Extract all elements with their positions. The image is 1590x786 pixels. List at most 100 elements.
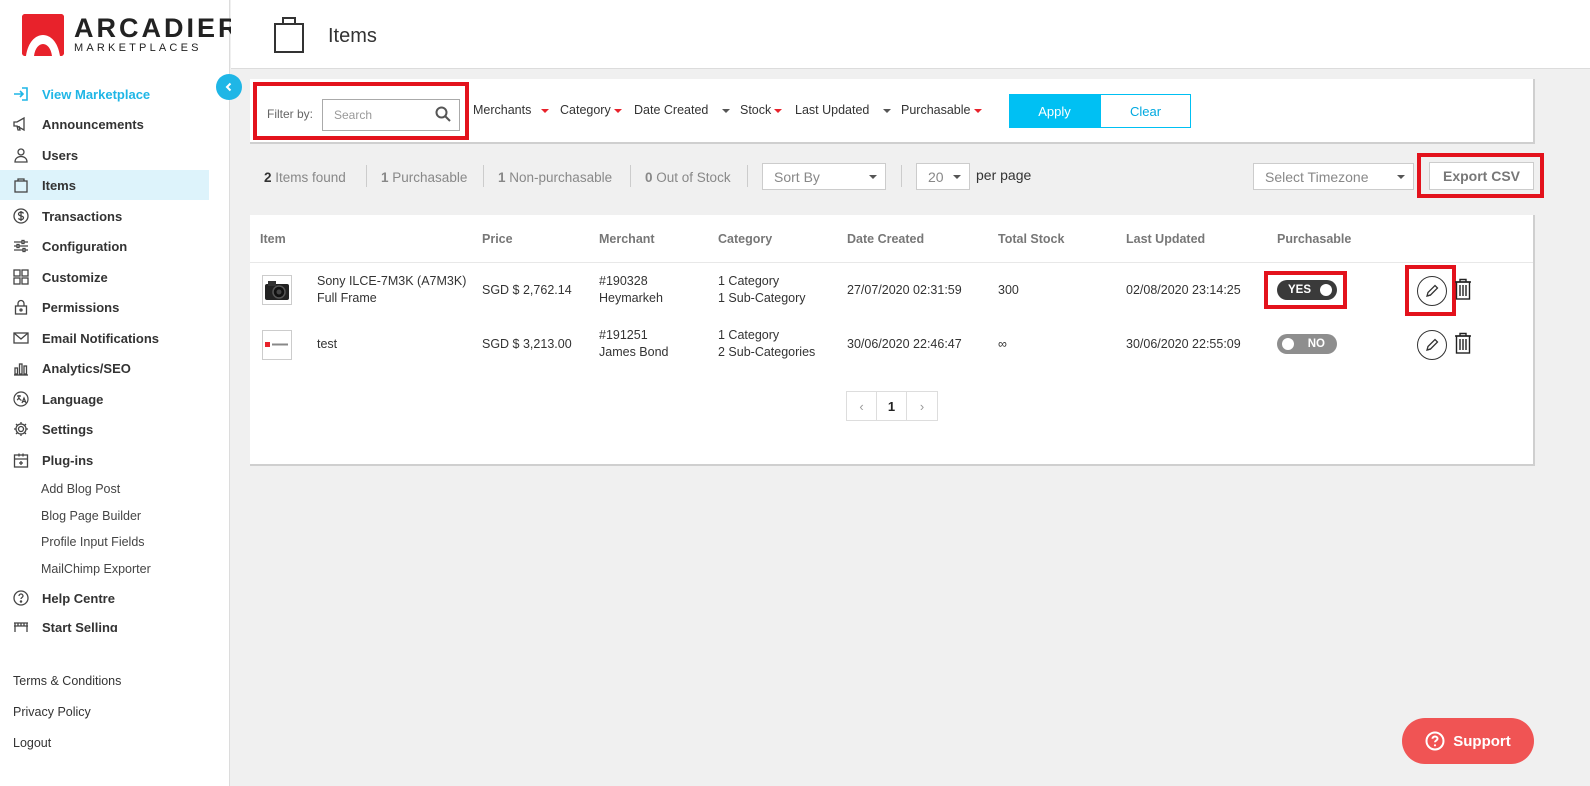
- sub-category-count: 2 Sub-Categories: [718, 345, 816, 359]
- sidebar-item-label: Users: [42, 147, 79, 163]
- item-date-created: 30/06/2020 22:46:47: [847, 337, 962, 351]
- per-page-select[interactable]: 20: [916, 163, 970, 190]
- plugin-icon: [12, 451, 30, 469]
- support-label: Support: [1453, 732, 1511, 750]
- out-of-stock-count: 0: [645, 170, 653, 185]
- column-header[interactable]: Purchasable: [1277, 232, 1351, 246]
- logout-link[interactable]: Logout: [13, 736, 51, 750]
- column-header[interactable]: Item: [260, 232, 286, 246]
- bar-chart-icon: [12, 359, 30, 377]
- sliders-icon: [12, 237, 30, 255]
- last-updated-dropdown[interactable]: Last Updated: [795, 103, 891, 117]
- divider: [901, 165, 902, 187]
- delete-button[interactable]: [1453, 331, 1473, 355]
- item-name-line: Sony ILCE-7M3K (A7M3K): [317, 274, 467, 288]
- divider: [366, 165, 367, 187]
- item-name[interactable]: test: [317, 336, 337, 353]
- sidebar-item-settings[interactable]: Settings: [0, 414, 209, 444]
- column-header[interactable]: Date Created: [847, 232, 924, 246]
- shopping-bag-icon: [273, 16, 305, 59]
- toggle-label: YES: [1288, 284, 1312, 296]
- sidebar-item-email-notifications[interactable]: Email Notifications: [0, 323, 209, 353]
- lock-icon: [12, 298, 30, 316]
- sidebar-item-start-selling[interactable]: Start Selling: [0, 614, 209, 632]
- pagination-prev[interactable]: ‹: [847, 392, 877, 420]
- sidebar-item-users[interactable]: Users: [0, 140, 209, 170]
- item-thumbnail[interactable]: [262, 330, 292, 360]
- sidebar-item-transactions[interactable]: Transactions: [0, 201, 209, 231]
- page-header: Items: [231, 0, 1590, 69]
- export-csv-button[interactable]: Export CSV: [1429, 162, 1534, 190]
- column-header[interactable]: Total Stock: [998, 232, 1064, 246]
- item-name[interactable]: Sony ILCE-7M3K (A7M3K) Full Frame: [317, 273, 466, 307]
- sort-by-select[interactable]: Sort By: [762, 163, 886, 190]
- translate-icon: [12, 390, 30, 408]
- purchasable-toggle[interactable]: NO: [1277, 334, 1337, 354]
- delete-button[interactable]: [1453, 277, 1473, 301]
- edit-button[interactable]: [1417, 330, 1447, 360]
- divider: [250, 262, 1533, 263]
- out-of-stock-label: Out of Stock: [656, 170, 731, 185]
- logo-mark-icon: [22, 14, 64, 56]
- item-thumbnail[interactable]: [262, 275, 292, 305]
- caret-down-icon: [613, 108, 622, 113]
- category-dropdown[interactable]: Category: [560, 103, 622, 117]
- dropdown-label: Stock: [740, 103, 772, 117]
- sidebar-item-customize[interactable]: Customize: [0, 262, 209, 292]
- plugin-link-blog-page-builder[interactable]: Blog Page Builder: [41, 509, 141, 523]
- plugin-link-add-blog-post[interactable]: Add Blog Post: [41, 482, 120, 496]
- sidebar-collapse-button[interactable]: [216, 74, 242, 100]
- apply-button[interactable]: Apply: [1009, 94, 1100, 128]
- sidebar-item-language[interactable]: Language: [0, 384, 209, 414]
- sidebar-item-announcements[interactable]: Announcements: [0, 109, 209, 139]
- caret-down-icon: [869, 175, 877, 179]
- sidebar-item-analytics-seo[interactable]: Analytics/SEO: [0, 353, 209, 383]
- item-category: 1 Category 1 Sub-Category: [718, 273, 806, 307]
- timezone-select[interactable]: Select Timezone: [1253, 163, 1414, 190]
- support-button[interactable]: Support: [1402, 718, 1534, 764]
- gear-icon: [12, 420, 30, 438]
- edit-button[interactable]: [1417, 276, 1447, 306]
- sidebar-item-permissions[interactable]: Permissions: [0, 292, 209, 322]
- date-created-dropdown[interactable]: Date Created: [634, 103, 730, 117]
- stock-dropdown[interactable]: Stock: [740, 103, 783, 117]
- sub-category-count: 1 Sub-Category: [718, 291, 806, 305]
- sidebar-item-configuration[interactable]: Configuration: [0, 231, 209, 261]
- non-purchasable-count: 1: [498, 170, 506, 185]
- column-header[interactable]: Category: [718, 232, 772, 246]
- sidebar-item-label: Language: [42, 391, 104, 407]
- chevron-left-icon: [225, 82, 232, 92]
- sidebar-item-items[interactable]: Items: [0, 170, 209, 200]
- plugin-link-mailchimp-exporter[interactable]: MailChimp Exporter: [41, 562, 151, 576]
- purchasable-stat: 1 Purchasable: [381, 170, 467, 185]
- item-merchant: #191251 James Bond: [599, 327, 668, 361]
- per-page-value: 20: [928, 168, 944, 185]
- terms-link[interactable]: Terms & Conditions: [13, 674, 121, 688]
- arcadier-logo[interactable]: ARCADIER MARKETPLACES: [22, 14, 238, 56]
- sidebar-item-label: Permissions: [42, 299, 120, 315]
- search-icon[interactable]: [435, 106, 451, 127]
- item-total-stock: ∞: [998, 337, 1007, 351]
- column-header[interactable]: Price: [482, 232, 513, 246]
- category-count: 1 Category: [718, 328, 780, 342]
- purchasable-dropdown[interactable]: Purchasable: [901, 103, 982, 117]
- plugin-link-profile-input-fields[interactable]: Profile Input Fields: [41, 535, 145, 549]
- sidebar-item-help-centre[interactable]: Help Centre: [0, 583, 209, 613]
- sidebar-item-view-marketplace[interactable]: View Marketplace: [0, 79, 209, 109]
- caret-down-icon: [973, 108, 982, 113]
- sidebar-item-label: Configuration: [42, 238, 128, 254]
- purchasable-toggle[interactable]: YES: [1277, 280, 1337, 300]
- sidebar-item-label: Email Notifications: [42, 330, 160, 346]
- column-header[interactable]: Merchant: [599, 232, 655, 246]
- clear-button[interactable]: Clear: [1100, 94, 1191, 128]
- sidebar-item-plug-ins[interactable]: Plug-ins: [0, 445, 209, 475]
- pagination-page[interactable]: 1: [877, 392, 907, 420]
- merchant-name: Heymarkeh: [599, 291, 663, 305]
- column-header[interactable]: Last Updated: [1126, 232, 1205, 246]
- category-count: 1 Category: [718, 274, 780, 288]
- sidebar-item-label: Transactions: [42, 208, 123, 224]
- pagination-next[interactable]: ›: [907, 392, 937, 420]
- merchants-dropdown[interactable]: Merchants: [473, 103, 550, 117]
- trash-icon: [1455, 332, 1471, 354]
- privacy-link[interactable]: Privacy Policy: [13, 705, 91, 719]
